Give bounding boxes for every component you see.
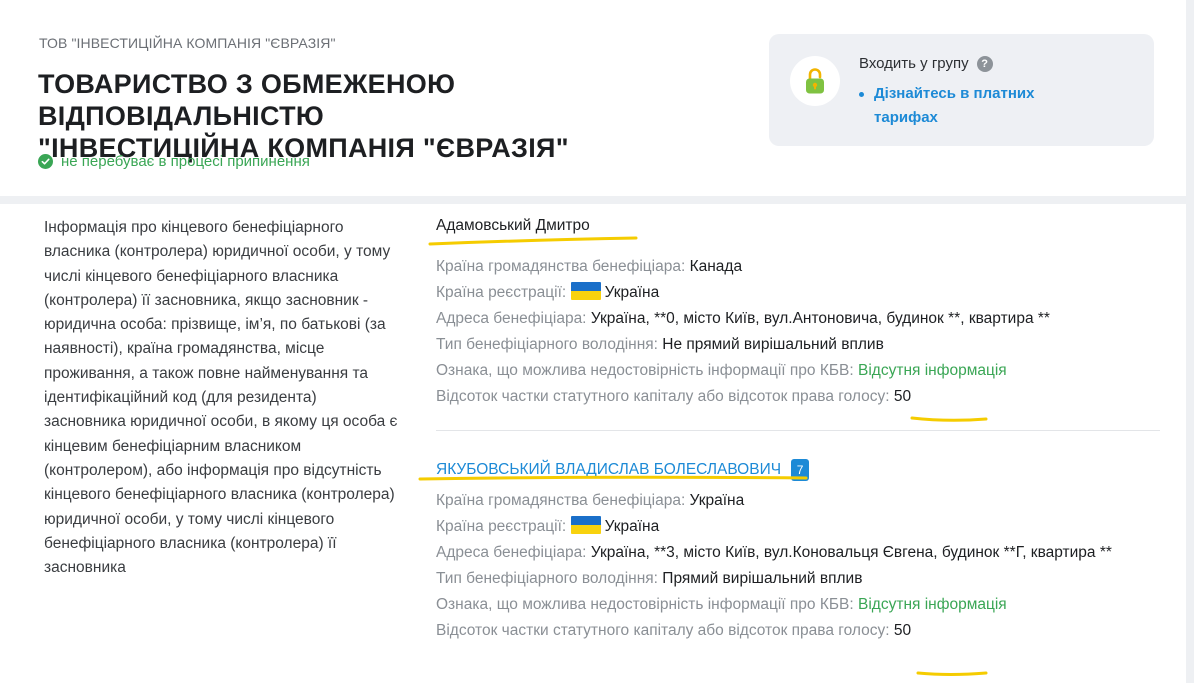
unreliable-info-label: Ознака, що можлива недостовірність інфор… [436, 362, 854, 379]
beneficiary-card: Адамовський Дмитро Країна громадянства б… [436, 214, 1166, 408]
highlight-underline [916, 671, 988, 676]
group-card: Входить у групу ? Дізнайтесь в платних т… [769, 34, 1154, 146]
citizenship-value: Канада [689, 258, 743, 275]
unreliable-info-label: Ознака, що можлива недостовірність інфор… [436, 596, 854, 613]
citizenship-value: Україна [689, 492, 745, 509]
group-title-text: Входить у групу [859, 55, 969, 72]
paid-plans-link-line1: Дізнайтесь в платних [874, 85, 1035, 102]
registration-row: Країна реєстрації: Україна [436, 282, 1166, 304]
address-row: Адреса бенефіціара: Україна, **3, місто … [436, 542, 1160, 564]
question-icon[interactable]: ? [976, 55, 993, 72]
registration-value: Україна [604, 518, 660, 535]
registration-label: Країна реєстрації: [436, 284, 567, 301]
address-row: Адреса бенефіціара: Україна, **0, місто … [436, 308, 1166, 330]
status-text: не перебуває в процесі припинення [61, 153, 310, 170]
address-label: Адреса бенефіціара: [436, 544, 587, 561]
company-status: не перебуває в процесі припинення [38, 153, 310, 170]
share-label: Відсоток частки статутного капіталу або … [436, 388, 890, 405]
lock-icon [790, 56, 840, 106]
share-value: 50 [893, 388, 912, 405]
address-label: Адреса бенефіціара: [436, 310, 587, 327]
ukraine-flag-icon [570, 282, 601, 300]
ownership-type-label: Тип бенефіціарного володіння: [436, 336, 658, 353]
section-divider [0, 196, 1194, 204]
beneficiary-name-link[interactable]: ЯКУБОВСЬКИЙ ВЛАДИСЛАВ БОЛЕСЛАВОВИЧ 7 [436, 458, 810, 482]
citizenship-label: Країна громадянства бенефіціара: [436, 258, 686, 275]
unreliable-info-row: Ознака, що можлива недостовірність інфор… [436, 594, 1166, 616]
check-circle-icon [38, 154, 53, 169]
address-value: Україна, **3, місто Київ, вул.Коновальця… [590, 544, 1112, 561]
group-title: Входить у групу ? [859, 55, 993, 72]
beneficiary-card: ЯКУБОВСЬКИЙ ВЛАДИСЛАВ БОЛЕСЛАВОВИЧ 7 Кра… [436, 458, 1166, 642]
ownership-type-value: Не прямий вирішальний вплив [662, 336, 884, 353]
company-page: ТОВ "ІНВЕСТИЦІЙНА КОМПАНІЯ "ЄВРАЗІЯ" ТОВ… [0, 0, 1194, 683]
ukraine-flag-icon [570, 516, 601, 534]
beneficiary-separator [436, 430, 1160, 431]
address-value: Україна, **0, місто Київ, вул.Антоновича… [590, 310, 1050, 327]
beneficiary-section-label: Інформація про кінцевого бенефіціарного … [44, 219, 398, 577]
bullet-icon [859, 92, 864, 97]
company-short-name: ТОВ "ІНВЕСТИЦІЙНА КОМПАНІЯ "ЄВРАЗІЯ" [39, 35, 336, 51]
company-full-name-line1: ТОВАРИСТВО З ОБМЕЖЕНОЮ ВІДПОВІДАЛЬНІСТЮ [38, 69, 456, 131]
paid-plans-link-line2: тарифах [874, 109, 938, 126]
unreliable-info-value: Відсутня інформація [858, 596, 1007, 613]
registration-value: Україна [604, 284, 660, 301]
unreliable-info-value: Відсутня інформація [858, 362, 1007, 379]
unreliable-info-row: Ознака, що можлива недостовірність інфор… [436, 360, 1166, 382]
share-label: Відсоток частки статутного капіталу або … [436, 622, 890, 639]
citizenship-row: Країна громадянства бенефіціара: Україна [436, 490, 1166, 512]
related-count-badge[interactable]: 7 [791, 459, 810, 481]
registration-row: Країна реєстрації: Україна [436, 516, 1166, 538]
ownership-type-row: Тип бенефіціарного володіння: Прямий вир… [436, 568, 1166, 590]
citizenship-row: Країна громадянства бенефіціара: Канада [436, 256, 1166, 278]
citizenship-label: Країна громадянства бенефіціара: [436, 492, 686, 509]
beneficiary-name: Адамовський Дмитро [436, 217, 590, 234]
ownership-type-row: Тип бенефіціарного володіння: Не прямий … [436, 334, 1166, 356]
ownership-type-value: Прямий вирішальний вплив [662, 570, 863, 587]
share-row: Відсоток частки статутного капіталу або … [436, 620, 1166, 642]
highlight-underline [910, 416, 988, 422]
share-value: 50 [893, 622, 912, 639]
ownership-type-label: Тип бенефіціарного володіння: [436, 570, 658, 587]
beneficiary-name[interactable]: ЯКУБОВСЬКИЙ ВЛАДИСЛАВ БОЛЕСЛАВОВИЧ [436, 458, 781, 482]
group-link-item: Дізнайтесь в платних тарифах [859, 82, 1059, 130]
registration-label: Країна реєстрації: [436, 518, 567, 535]
paid-plans-link[interactable]: Дізнайтесь в платних тарифах [874, 82, 1059, 130]
company-full-name: ТОВАРИСТВО З ОБМЕЖЕНОЮ ВІДПОВІДАЛЬНІСТЮ … [38, 68, 738, 164]
share-row: Відсоток частки статутного капіталу або … [436, 386, 1166, 408]
